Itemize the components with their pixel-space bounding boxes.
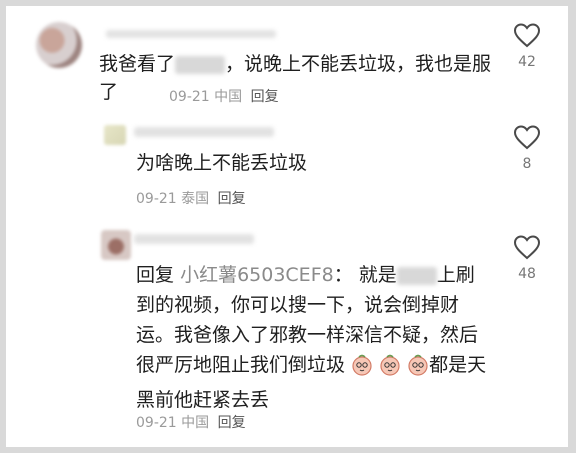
reply-button[interactable]: 回复: [251, 89, 279, 105]
username-redacted: [106, 30, 276, 38]
comment-thread: 我爸看了 ，说晚上不能丢垃圾，我也是服了 09-21 中国 回复 42 为啥晚上不…: [6, 6, 568, 447]
heart-icon: [513, 125, 541, 150]
emoji-face-icon: [351, 354, 373, 385]
username-redacted: [134, 234, 254, 244]
emoji-face-icon: [379, 354, 401, 385]
like-button[interactable]: 42: [510, 23, 544, 70]
reply-button[interactable]: 回复: [218, 415, 246, 431]
comment-meta: 09-21 中国 回复: [169, 89, 279, 105]
redacted-text: [396, 266, 437, 285]
avatar[interactable]: [36, 22, 82, 68]
comment-text: 我爸看了 ，说晚上不能丢垃圾，我也是服了: [99, 53, 492, 103]
emoji-face-icon: [407, 354, 429, 385]
avatar[interactable]: [104, 125, 126, 145]
reply-button[interactable]: 回复: [218, 191, 246, 207]
like-count: 8: [522, 156, 532, 172]
avatar[interactable]: [101, 230, 131, 260]
comment-text: 为啥晚上不能丢垃圾: [136, 152, 308, 174]
like-button[interactable]: 48: [510, 235, 544, 282]
like-button[interactable]: 8: [510, 125, 544, 172]
comment-meta: 09-21 泰国 回复: [136, 191, 246, 207]
like-count: 42: [518, 54, 536, 70]
comment-text: 回复 小红薯6503CEF8： 就是 上刷到的视频，你可以搜一下，说会倒掉财运。我…: [136, 264, 487, 411]
heart-icon: [513, 235, 541, 260]
like-count: 48: [518, 266, 536, 282]
comment-meta: 09-21 中国 回复: [136, 415, 246, 431]
username-redacted: [134, 127, 274, 137]
redacted-text: [175, 55, 226, 74]
heart-icon: [513, 23, 541, 48]
reply-to-username[interactable]: 小红薯6503CEF8: [180, 264, 334, 286]
